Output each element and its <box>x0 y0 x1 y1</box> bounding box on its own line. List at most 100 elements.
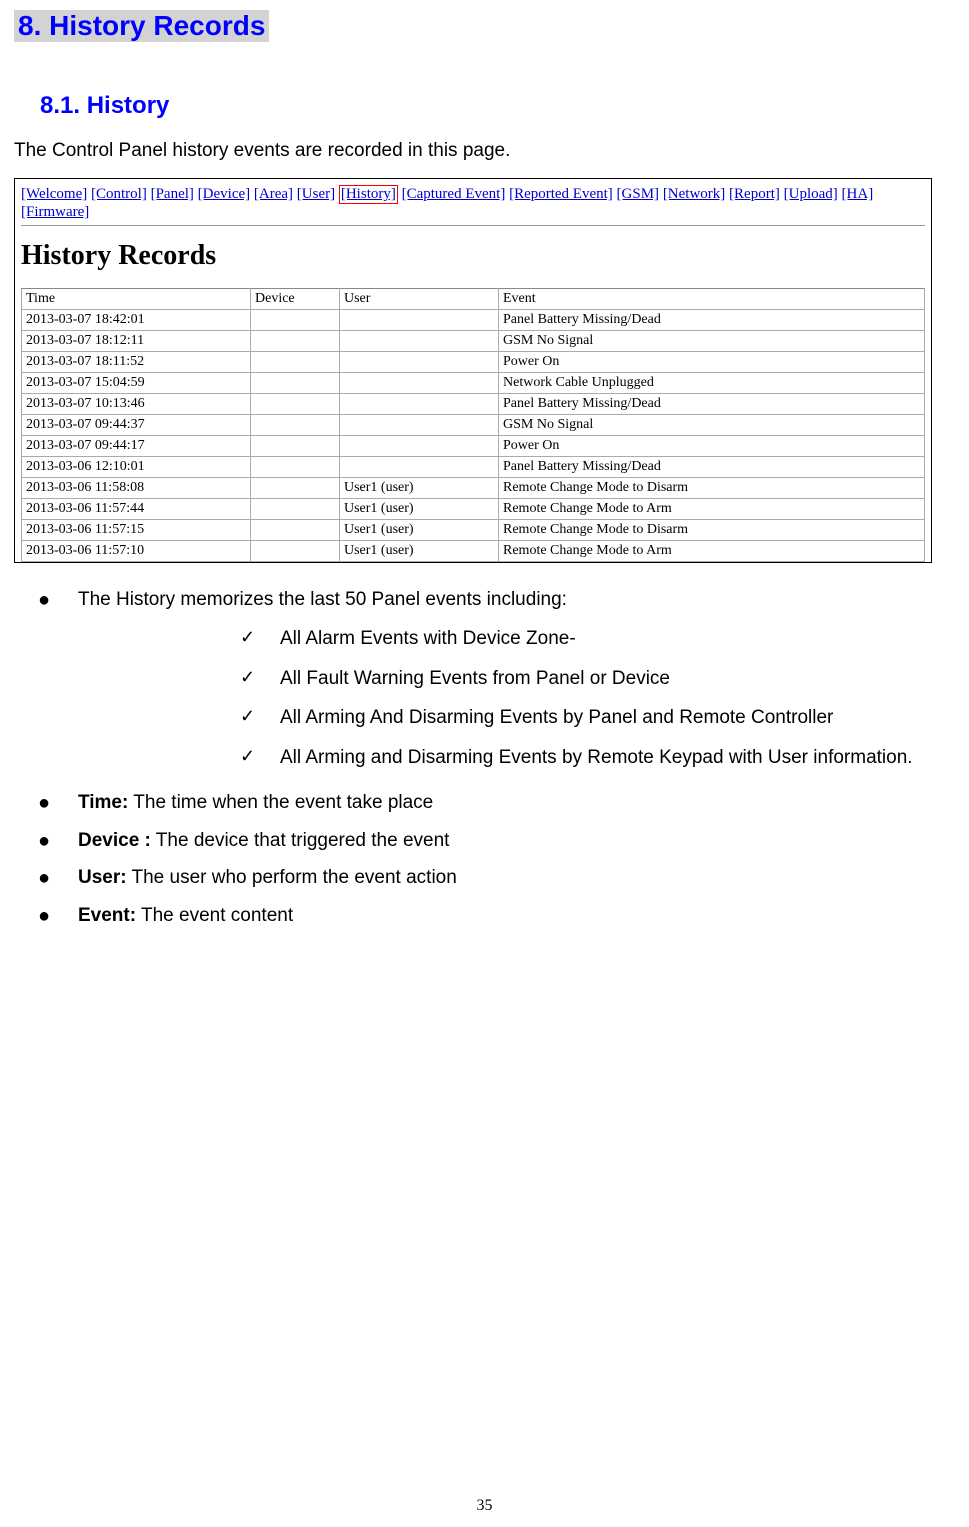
list-item: The History memorizes the last 50 Panel … <box>14 585 939 772</box>
cell-user <box>340 457 499 478</box>
check-item: All Arming And Disarming Events by Panel… <box>78 703 939 732</box>
def-label: Event: <box>78 905 136 926</box>
cell-time: 2013-03-07 09:44:37 <box>22 415 251 436</box>
cell-time: 2013-03-07 10:13:46 <box>22 394 251 415</box>
check-item: All Arming and Disarming Events by Remot… <box>78 743 939 772</box>
cell-device <box>251 520 340 541</box>
cell-event: Remote Change Mode to Disarm <box>499 478 925 499</box>
cell-user: User1 (user) <box>340 520 499 541</box>
cell-user <box>340 415 499 436</box>
cell-time: 2013-03-07 15:04:59 <box>22 373 251 394</box>
table-header-row: Time Device User Event <box>22 289 925 310</box>
def-text: The user who perform the event action <box>127 867 457 888</box>
nav-link-reported-event[interactable]: [Reported Event] <box>509 186 613 202</box>
def-label: User: <box>78 867 127 888</box>
table-row: 2013-03-06 11:57:10 User1 (user)Remote Ch… <box>22 541 925 562</box>
cell-device <box>251 394 340 415</box>
nav-link-ha[interactable]: [HA] <box>842 186 874 202</box>
cell-device <box>251 436 340 457</box>
cell-event: GSM No Signal <box>499 331 925 352</box>
nav-link-user[interactable]: [User] <box>297 186 335 202</box>
cell-event: Power On <box>499 352 925 373</box>
bullet-list: The History memorizes the last 50 Panel … <box>14 585 939 930</box>
table-row: 2013-03-07 18:11:52 Power On <box>22 352 925 373</box>
cell-event: Panel Battery Missing/Dead <box>499 457 925 478</box>
cell-device <box>251 499 340 520</box>
cell-time: 2013-03-06 11:58:08 <box>22 478 251 499</box>
bullet-intro-text: The History memorizes the last 50 Panel … <box>78 589 567 610</box>
cell-device <box>251 352 340 373</box>
nav-link-welcome[interactable]: [Welcome] <box>21 186 87 202</box>
table-row: 2013-03-07 10:13:46 Panel Battery Missing… <box>22 394 925 415</box>
nav-link-captured-event[interactable]: [Captured Event] <box>402 186 506 202</box>
table-row: 2013-03-07 18:12:11 GSM No Signal <box>22 331 925 352</box>
cell-event: Panel Battery Missing/Dead <box>499 394 925 415</box>
cell-user: User1 (user) <box>340 499 499 520</box>
cell-device <box>251 478 340 499</box>
cell-user: User1 (user) <box>340 478 499 499</box>
cell-time: 2013-03-06 11:57:44 <box>22 499 251 520</box>
table-row: 2013-03-07 18:42:01Panel Battery Missing… <box>22 310 925 331</box>
cell-time: 2013-03-07 09:44:17 <box>22 436 251 457</box>
nav-link-upload[interactable]: [Upload] <box>784 186 838 202</box>
cell-device <box>251 415 340 436</box>
check-item: All Alarm Events with Device Zone- <box>78 624 939 653</box>
section-heading: 8. History Records <box>14 10 269 42</box>
cell-user <box>340 310 499 331</box>
cell-device <box>251 541 340 562</box>
cell-event: Panel Battery Missing/Dead <box>499 310 925 331</box>
cell-device <box>251 310 340 331</box>
cell-time: 2013-03-07 18:11:52 <box>22 352 251 373</box>
nav-link-area[interactable]: [Area] <box>254 186 293 202</box>
check-item: All Fault Warning Events from Panel or D… <box>78 664 939 693</box>
cell-event: Network Cable Unplugged <box>499 373 925 394</box>
nav-link-network[interactable]: [Network] <box>663 186 725 202</box>
table-row: 2013-03-06 11:58:08 User1 (user)Remote Ch… <box>22 478 925 499</box>
cell-event: Remote Change Mode to Arm <box>499 499 925 520</box>
table-row: 2013-03-07 09:44:37 GSM No Signal <box>22 415 925 436</box>
cell-device <box>251 373 340 394</box>
cell-user <box>340 352 499 373</box>
table-row: 2013-03-06 11:57:15User1 (user)Remote Ch… <box>22 520 925 541</box>
cell-event: GSM No Signal <box>499 415 925 436</box>
cell-time: 2013-03-06 12:10:01 <box>22 457 251 478</box>
page-number: 35 <box>0 1497 969 1515</box>
cell-user <box>340 373 499 394</box>
list-item: Event: The event content <box>14 901 939 930</box>
cell-event: Power On <box>499 436 925 457</box>
cell-time: 2013-03-06 11:57:10 <box>22 541 251 562</box>
col-device-header: Device <box>251 289 340 310</box>
nav-link-firmware[interactable]: [Firmware] <box>21 204 89 220</box>
cell-time: 2013-03-07 18:12:11 <box>22 331 251 352</box>
history-table: Time Device User Event 2013-03-07 18:42:… <box>21 288 925 562</box>
nav-link-gsm[interactable]: [GSM] <box>617 186 660 202</box>
list-item: Time: The time when the event take place <box>14 788 939 817</box>
col-time-header: Time <box>22 289 251 310</box>
cell-user <box>340 394 499 415</box>
cell-user <box>340 436 499 457</box>
cell-user: User1 (user) <box>340 541 499 562</box>
nav-tabs: [Welcome] [Control] [Panel] [Device] [Ar… <box>21 183 925 226</box>
list-item: User: The user who perform the event act… <box>14 863 939 892</box>
table-row: 2013-03-06 11:57:44 User1 (user)Remote Ch… <box>22 499 925 520</box>
col-user-header: User <box>340 289 499 310</box>
table-row: 2013-03-07 09:44:17 Power On <box>22 436 925 457</box>
nav-link-report[interactable]: [Report] <box>729 186 780 202</box>
nav-active-highlight: [History] <box>339 185 398 204</box>
nav-link-device[interactable]: [Device] <box>198 186 250 202</box>
cell-event: Remote Change Mode to Arm <box>499 541 925 562</box>
cell-user <box>340 331 499 352</box>
col-event-header: Event <box>499 289 925 310</box>
def-label: Device : <box>78 830 151 851</box>
nav-link-control[interactable]: [Control] <box>91 186 147 202</box>
nav-link-history[interactable]: [History] <box>341 186 396 202</box>
cell-device <box>251 457 340 478</box>
list-item: Device : The device that triggered the e… <box>14 826 939 855</box>
table-row: 2013-03-07 15:04:59 Network Cable Unplugg… <box>22 373 925 394</box>
intro-paragraph: The Control Panel history events are rec… <box>14 140 939 162</box>
subsection-heading: 8.1. History <box>40 92 939 120</box>
screenshot-panel: [Welcome] [Control] [Panel] [Device] [Ar… <box>14 178 932 563</box>
cell-event: Remote Change Mode to Disarm <box>499 520 925 541</box>
def-label: Time: <box>78 792 128 813</box>
nav-link-panel[interactable]: [Panel] <box>151 186 194 202</box>
